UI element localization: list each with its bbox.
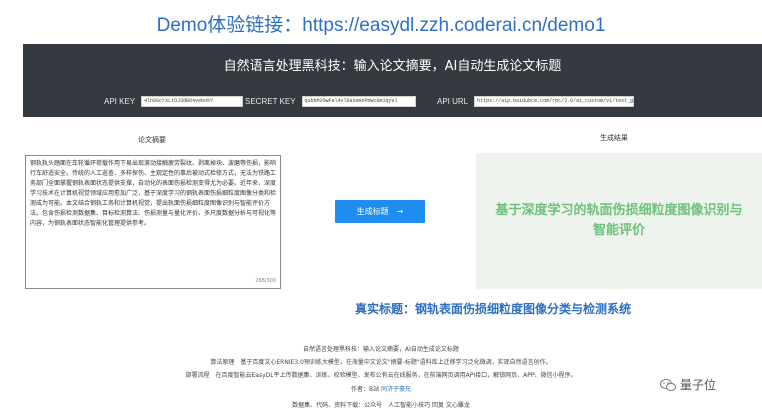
abstract-text: 钢轨轨头踏面在车轮循环荷载作用下易出现滚动接触疲劳裂纹、剥离掉块、波磨等伤损，影…: [30, 160, 277, 227]
result-label: 生成结果: [600, 135, 628, 142]
api-key-input[interactable]: 4lh6GcrXLtOJ3dB64vebokY: [141, 95, 244, 107]
main-panel: 论文摘要 钢轨轨头踏面在车轮循环荷载作用下易出现滚动接触疲劳裂纹、剥离掉块、波磨…: [23, 117, 762, 295]
footer-algorithm: 算法原理 基于百度文心ERNIE3.0预训练大模型，在海量中文论文"摘要-标题"…: [210, 359, 552, 366]
api-key-row: API KEY 4lh6GcrXLtOJ3dB64vebokY: [104, 95, 244, 107]
app-title: 自然语言处理黑科技：输入论文摘要，AI自动生成论文标题: [223, 59, 562, 74]
footer-deploy: 部署流程 在百度智能云EasyDL平上传数据集、训练、校验模型、发布公有云在线服…: [185, 372, 577, 379]
api-url-input[interactable]: https://aip.baidubce.com/rpc/2.0/ai_cust…: [474, 95, 635, 107]
wechat-icon: [660, 378, 676, 391]
watermark-text: 量子位: [680, 378, 717, 392]
secret-key-label: SECRET KEY: [245, 96, 296, 106]
watermark: 量子位: [660, 376, 716, 393]
footer-title: 自然语言处理黑科技：输入论文摘要，AI自动生成论文标题: [303, 346, 459, 353]
generate-title-button[interactable]: 生成标题 →: [335, 200, 425, 223]
app-header: 自然语言处理黑科技：输入论文摘要，AI自动生成论文标题 API KEY 4lh6…: [23, 44, 762, 117]
char-count: 268/300: [255, 278, 276, 284]
secret-key-input[interactable]: qubbM2OwFal4vlDasemnPmWcGm1qyul: [301, 95, 416, 107]
real-title: 真实标题：钢轨表面伤损细粒度图像分类与检测系统: [355, 302, 632, 316]
arrow-right-icon: →: [396, 207, 404, 216]
api-url-label: API URL: [437, 96, 469, 106]
footer-download: 数据集、代码、资料下载：公众号 人工智能小技巧 回复 文心雕龙: [292, 402, 470, 409]
author-link[interactable]: 同济子豪兄: [381, 386, 411, 393]
footer: 自然语言处理黑科技：输入论文摘要，AI自动生成论文标题 算法原理 基于百度文心E…: [0, 322, 762, 418]
generate-title-label: 生成标题: [356, 207, 389, 216]
abstract-textarea[interactable]: 钢轨轨头踏面在车轮循环荷载作用下易出现滚动接触疲劳裂纹、剥离掉块、波磨等伤损，影…: [25, 155, 281, 289]
api-key-label: API KEY: [104, 96, 136, 106]
generated-title: 基于深度学习的轨面伤损细粒度图像识别与智能评价: [495, 203, 743, 238]
result-panel: 基于深度学习的轨面伤损细粒度图像识别与智能评价: [476, 153, 762, 289]
footer-author-prefix: 作者：B站: [350, 386, 381, 393]
demo-link-heading[interactable]: Demo体验链接：https://easydl.zzh.coderai.cn/d…: [0, 10, 762, 37]
footer-author: 作者：B站 同济子豪兄: [0, 384, 762, 393]
secret-key-row: SECRET KEY qubbM2OwFal4vlDasemnPmWcGm1qy…: [245, 95, 416, 107]
abstract-label: 论文摘要: [138, 137, 166, 144]
api-url-row: API URL https://aip.baidubce.com/rpc/2.0…: [437, 95, 635, 107]
